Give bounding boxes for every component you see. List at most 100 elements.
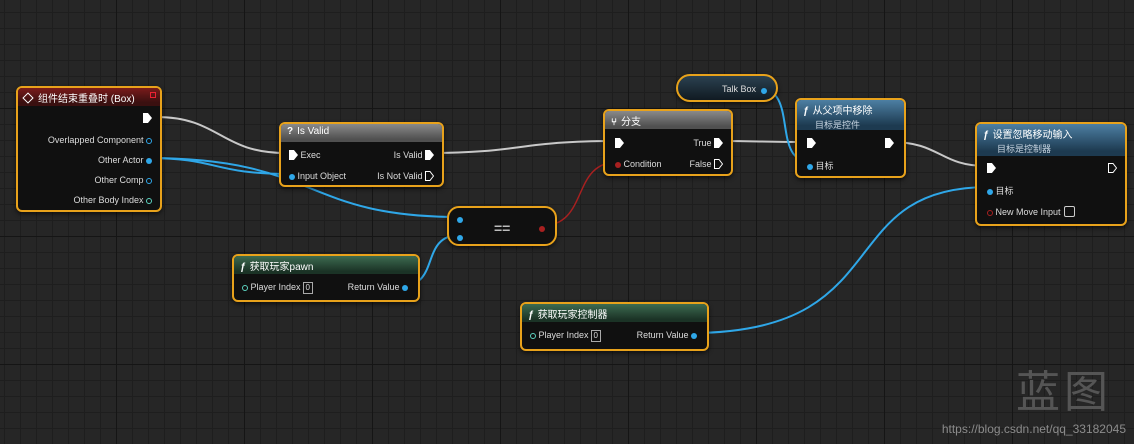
branch-exec-in-pin[interactable] (615, 138, 624, 148)
is-valid-out-pin[interactable]: Is Valid (394, 150, 434, 160)
pin-icon (530, 333, 536, 339)
new-move-input-pin[interactable]: New Move Input (987, 206, 1075, 217)
overlap-event-header: 组件结束重叠时 (Box) (18, 88, 160, 106)
remove-exec-out-pin[interactable] (885, 138, 894, 148)
exec-in-pin[interactable]: Exec (289, 150, 321, 160)
wire-layer (146, 87, 990, 334)
equals-input-a-pin[interactable] (457, 214, 463, 224)
branch-icon: ⑂ (611, 117, 617, 128)
remove-from-parent-node[interactable]: ƒ 从父项中移除 目标是控件 目标 (795, 98, 906, 178)
return-value-pin[interactable]: Return Value (348, 282, 408, 292)
pin-icon (807, 164, 813, 170)
pin-icon (146, 198, 152, 204)
get-player-controller-title: 获取玩家控制器 (537, 310, 608, 321)
get-player-pawn-header: ƒ 获取玩家pawn (234, 256, 418, 274)
other-body-index-pin[interactable]: Other Body Index (73, 195, 152, 205)
exec-out-icon (885, 138, 894, 148)
branch-node[interactable]: ⑂ 分支 True Condition False (603, 109, 733, 176)
exec-in-icon (987, 163, 996, 173)
is-valid-title: Is Valid (297, 126, 330, 137)
false-out-pin[interactable]: False (689, 159, 723, 169)
get-player-pawn-node[interactable]: ƒ 获取玩家pawn Player Index 0 Return Value (232, 254, 420, 302)
controller-player-index-pin[interactable]: Player Index 0 (530, 330, 601, 342)
exec-out-pin[interactable] (143, 113, 152, 123)
event-diamond-icon (22, 92, 34, 104)
branch-header: ⑂ 分支 (605, 111, 731, 129)
set-ignore-move-input-title: 设置忽略移动输入 (992, 130, 1073, 141)
exec-wire (429, 140, 615, 154)
set-ignore-move-input-header: ƒ 设置忽略移动输入 目标是控制器 (977, 124, 1125, 156)
condition-pin[interactable]: Condition (615, 159, 662, 169)
exec-out-icon (714, 138, 723, 148)
get-player-controller-header: ƒ 获取玩家控制器 (522, 304, 707, 322)
equals-input-b-pin[interactable] (457, 232, 463, 242)
object-wire (146, 157, 292, 175)
is-valid-header: ? Is Valid (281, 124, 442, 142)
pin-icon (615, 162, 621, 168)
remove-from-parent-header: ƒ 从父项中移除 目标是控件 (797, 100, 904, 130)
is-not-valid-out-pin[interactable]: Is Not Valid (377, 171, 434, 181)
exec-out-outline-icon (714, 159, 723, 169)
get-player-pawn-title: 获取玩家pawn (249, 262, 314, 273)
input-object-pin[interactable]: Input Object (289, 171, 346, 181)
remove-from-parent-subtitle: 目标是控件 (815, 120, 861, 130)
equals-output-pin[interactable] (539, 223, 545, 233)
pin-icon (242, 285, 248, 291)
remove-from-parent-title: 从父项中移除 (812, 106, 873, 117)
function-icon: ƒ (240, 262, 246, 273)
overlap-event-title: 组件结束重叠时 (Box) (38, 94, 135, 105)
ignore-exec-out-pin[interactable] (1108, 163, 1117, 173)
talk-box-variable-node[interactable]: Talk Box (676, 74, 778, 102)
exec-in-icon (615, 138, 624, 148)
pin-icon (457, 235, 463, 241)
pin-icon (457, 217, 463, 223)
pin-icon (691, 333, 697, 339)
exec-out-outline-icon (425, 171, 434, 181)
set-ignore-move-input-subtitle: 目标是控制器 (997, 144, 1052, 154)
exec-out-icon (425, 150, 434, 160)
remove-target-pin[interactable]: 目标 (807, 159, 834, 172)
exec-out-icon (143, 113, 152, 123)
object-wire (690, 186, 990, 334)
function-icon: ƒ (983, 130, 989, 141)
ignore-target-pin[interactable]: 目标 (987, 184, 1014, 197)
controller-return-value-pin[interactable]: Return Value (637, 330, 697, 340)
equals-label: == (494, 220, 511, 236)
ignore-exec-in-pin[interactable] (987, 163, 996, 173)
is-valid-node[interactable]: ? Is Valid Exec Is Valid Input Object Is … (279, 122, 444, 187)
function-icon: ƒ (803, 106, 809, 117)
overlapped-component-pin[interactable]: Overlapped Component (48, 135, 152, 145)
exec-in-icon (807, 138, 816, 148)
other-comp-pin[interactable]: Other Comp (94, 175, 152, 185)
pin-icon (539, 226, 545, 232)
pin-icon (146, 158, 152, 164)
pin-icon (146, 138, 152, 144)
new-move-input-checkbox[interactable] (1063, 206, 1075, 217)
overlap-event-node[interactable]: 组件结束重叠时 (Box) Overlapped Component Other… (16, 86, 162, 212)
remove-exec-in-pin[interactable] (807, 138, 816, 148)
pin-icon (987, 189, 993, 195)
branch-title: 分支 (621, 117, 641, 128)
pin-icon (761, 88, 767, 94)
watermark-logo: 蓝图 (1016, 368, 1112, 417)
event-delegate-icon (150, 92, 156, 98)
watermark-url: https://blog.csdn.net/qq_33182045 (941, 422, 1126, 436)
exec-out-outline-icon (1108, 163, 1117, 173)
pin-icon (987, 210, 993, 216)
player-index-input[interactable]: 0 (302, 282, 313, 294)
true-out-pin[interactable]: True (693, 138, 723, 148)
pin-icon (146, 178, 152, 184)
exec-wire (155, 116, 287, 154)
equals-node[interactable]: == (447, 206, 557, 246)
pin-icon (402, 285, 408, 291)
pin-icon (289, 174, 295, 180)
talk-box-output-pin[interactable] (761, 85, 767, 95)
controller-player-index-input[interactable]: 0 (590, 330, 601, 342)
question-icon: ? (287, 126, 294, 137)
function-icon: ƒ (528, 310, 534, 321)
get-player-controller-node[interactable]: ƒ 获取玩家控制器 Player Index 0 Return Value (520, 302, 709, 351)
exec-in-icon (289, 150, 298, 160)
set-ignore-move-input-node[interactable]: ƒ 设置忽略移动输入 目标是控制器 目标 New Move Input (975, 122, 1127, 226)
player-index-pin[interactable]: Player Index 0 (242, 282, 313, 294)
other-actor-pin[interactable]: Other Actor (98, 155, 152, 165)
